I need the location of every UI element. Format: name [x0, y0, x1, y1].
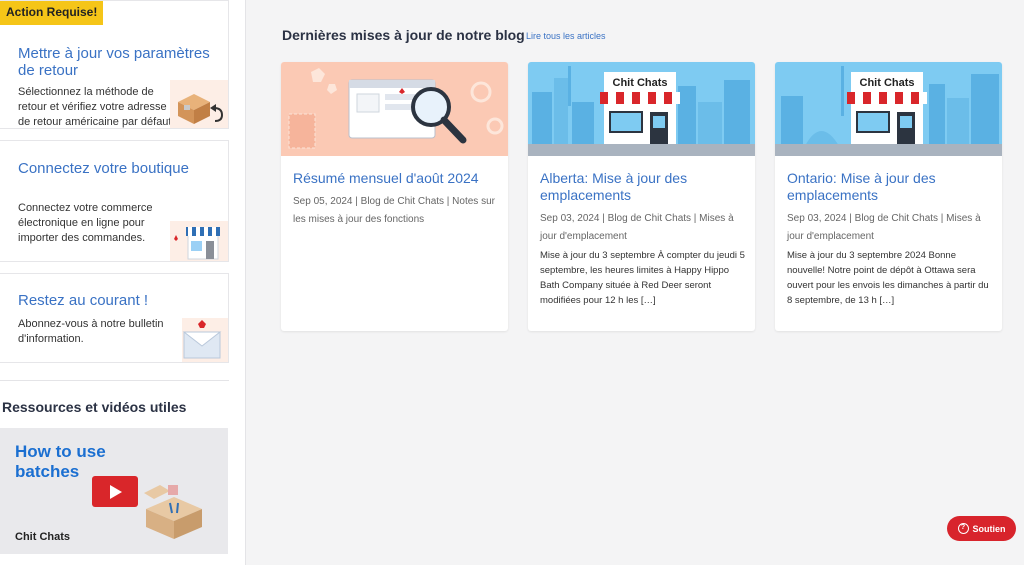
- return-box-icon: [170, 80, 228, 128]
- blog-post-card[interactable]: Chit Chats Ontario: Mise à jour des empl…: [775, 62, 1002, 331]
- video-thumbnail[interactable]: How to use batches Chit Chats: [0, 428, 228, 554]
- post-image-storefront: Chit Chats: [775, 62, 1002, 156]
- support-label: Soutien: [972, 523, 1006, 534]
- connect-store-card[interactable]: Connectez votre boutique Connectez votre…: [0, 140, 229, 262]
- blog-header: Dernières mises à jour de notre blog: [282, 27, 525, 43]
- post-excerpt: Mise à jour du 3 septembre 2024 Bonne no…: [787, 250, 989, 306]
- post-meta: Sep 03, 2024 | Blog de Chit Chats | Mise…: [787, 213, 981, 242]
- help-icon: ?: [957, 523, 969, 534]
- connect-store-link[interactable]: Connectez votre boutique: [18, 160, 218, 177]
- action-required-badge: Action Requise!: [0, 1, 104, 25]
- newsletter-link[interactable]: Restez au courant !: [18, 292, 218, 309]
- post-title[interactable]: Résumé mensuel d'août 2024: [293, 170, 498, 187]
- support-button[interactable]: ? Soutien: [947, 516, 1016, 541]
- post-title[interactable]: Alberta: Mise à jour des emplacements: [540, 170, 745, 204]
- sidebar: Action Requise! Mettre à jour vos paramè…: [0, 0, 246, 565]
- return-settings-description: Sélectionnez la méthode de retour et vér…: [18, 86, 175, 128]
- connect-store-description: Connectez votre commerce électronique en…: [18, 202, 153, 244]
- resources-title: Ressources et vidéos utiles: [2, 399, 187, 415]
- sidebar-divider: [0, 380, 229, 381]
- blog-post-card[interactable]: Chit Chats Alberta: Mise à jour des empl…: [528, 62, 755, 331]
- storefront-icon: [170, 221, 228, 261]
- play-icon[interactable]: [92, 476, 138, 507]
- post-meta: Sep 03, 2024 | Blog de Chit Chats | Mise…: [540, 213, 734, 242]
- post-image-illustration: [281, 62, 508, 156]
- return-settings-card[interactable]: Action Requise! Mettre à jour vos paramè…: [0, 0, 229, 129]
- newsletter-card[interactable]: Restez au courant ! Abonnez-vous à notre…: [0, 273, 229, 363]
- post-image-storefront: Chit Chats: [528, 62, 755, 156]
- box-illustration: [144, 485, 202, 539]
- storefront-sign: Chit Chats: [860, 77, 915, 89]
- post-excerpt: Mise à jour du 3 septembre À compter du …: [540, 250, 745, 306]
- post-title[interactable]: Ontario: Mise à jour des emplacements: [787, 170, 992, 204]
- storefront-sign: Chit Chats: [613, 77, 668, 89]
- newsletter-description: Abonnez-vous à notre bulletin d'informat…: [18, 318, 164, 345]
- return-settings-link[interactable]: Mettre à jour vos paramètres de retour: [18, 45, 218, 79]
- read-all-articles-link[interactable]: Lire tous les articles: [526, 31, 606, 41]
- envelope-icon: [182, 318, 228, 362]
- post-meta: Sep 05, 2024 | Blog de Chit Chats | Note…: [293, 196, 495, 225]
- chitchats-logo: Chit Chats: [15, 531, 70, 543]
- blog-post-card[interactable]: Résumé mensuel d'août 2024 Sep 05, 2024 …: [281, 62, 508, 331]
